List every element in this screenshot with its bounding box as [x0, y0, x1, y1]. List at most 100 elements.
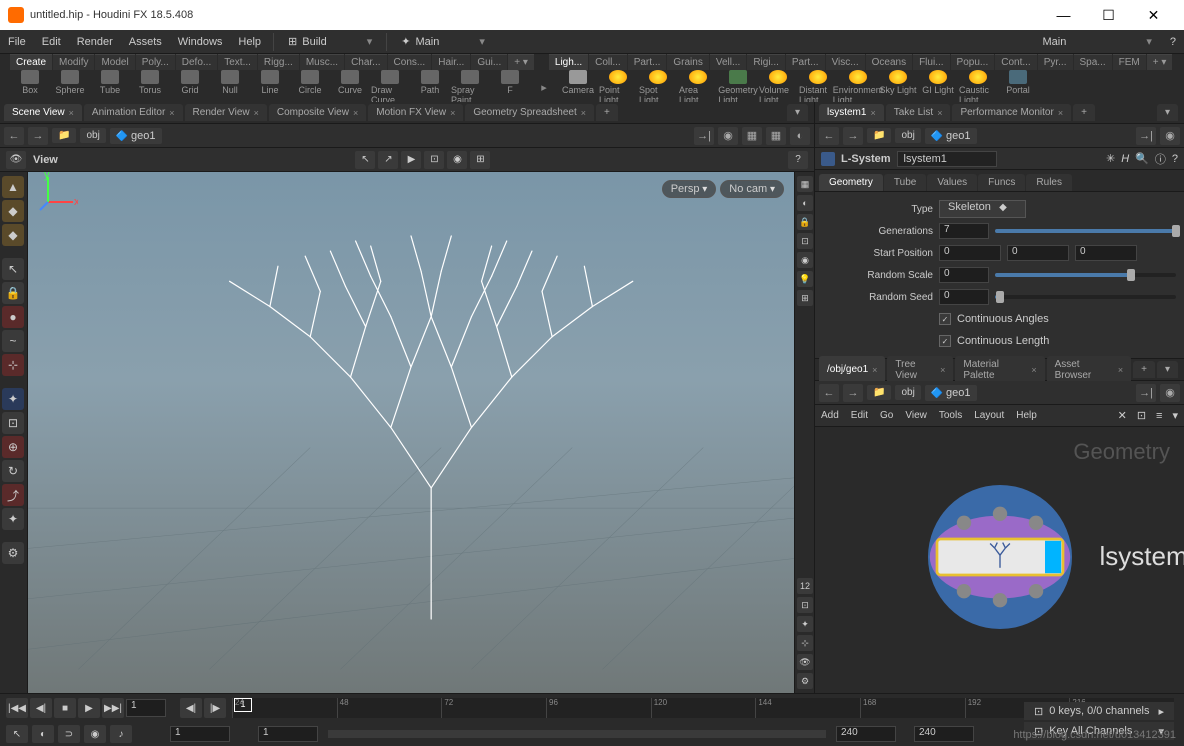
menu-file[interactable]: File: [0, 30, 34, 53]
nav-opt1-button[interactable]: ▦: [742, 127, 762, 145]
display-opts-icon[interactable]: ▲: [2, 176, 24, 198]
disp-11-icon[interactable]: ⊹: [797, 635, 813, 651]
shelf-tool-area-light[interactable]: Area Light: [678, 69, 718, 106]
net-path-icon[interactable]: 📁: [867, 385, 891, 400]
shelf-tool-draw-curve[interactable]: Draw Curve: [370, 69, 410, 106]
param-path-geo1[interactable]: 🔷 geo1: [925, 128, 977, 144]
menu-render[interactable]: Render: [69, 30, 121, 53]
param-tab-1[interactable]: Take List ×: [886, 104, 951, 121]
camera-tool-icon[interactable]: ▶: [401, 151, 421, 169]
net-menu-tools[interactable]: Tools: [939, 410, 962, 421]
keys-status[interactable]: ⊡0 keys, 0/0 channels▸: [1024, 702, 1174, 720]
path-icon[interactable]: 📁: [52, 128, 76, 143]
nav-opt2-button[interactable]: ▦: [766, 127, 786, 145]
shelf-tab-r-14[interactable]: FEM: [1113, 54, 1146, 70]
shelf-tool-geometry-light[interactable]: Geometry Light: [718, 69, 758, 106]
rscale-slider[interactable]: [995, 273, 1176, 277]
xform-icon[interactable]: ✦: [2, 388, 24, 410]
view-help-icon[interactable]: ?: [788, 151, 808, 169]
net-menu-view[interactable]: View: [905, 410, 927, 421]
param-path-icon[interactable]: 📁: [867, 128, 891, 143]
scope-icon[interactable]: ◐: [32, 725, 54, 743]
mat-icon[interactable]: ◆: [2, 224, 24, 246]
shelf-tool-volume-light[interactable]: Volume Light: [758, 69, 798, 106]
param-link-button[interactable]: ◉: [1160, 127, 1180, 145]
param-menu-button[interactable]: ▾: [1157, 104, 1178, 121]
viewer-tab-5[interactable]: Geometry Spreadsheet ×: [465, 104, 594, 121]
folder-tab-rules[interactable]: Rules: [1026, 174, 1072, 191]
net-path-geo1[interactable]: 🔷 geo1: [925, 385, 977, 401]
net-menu-help[interactable]: Help: [1016, 410, 1037, 421]
net-path-obj[interactable]: obj: [895, 385, 920, 400]
range-start-field[interactable]: 1: [170, 726, 230, 742]
shelf-tool-spray-paint[interactable]: Spray Paint: [450, 69, 490, 106]
folder-tab-tube[interactable]: Tube: [884, 174, 926, 191]
handle3-icon[interactable]: ↻: [2, 460, 24, 482]
shelf-tool-line[interactable]: Line: [250, 69, 290, 106]
new-tab-button[interactable]: +: [596, 104, 618, 121]
viewer-tab-4[interactable]: Motion FX View ×: [368, 104, 463, 121]
disp-1-icon[interactable]: ▦: [797, 176, 813, 192]
disp-4-icon[interactable]: ⊡: [797, 233, 813, 249]
handle4-icon[interactable]: ⤴: [2, 484, 24, 506]
disp-2-icon[interactable]: ◐: [797, 195, 813, 211]
path-obj[interactable]: obj: [80, 128, 105, 143]
snap-point-icon[interactable]: ●: [2, 306, 24, 328]
disp-9-icon[interactable]: ⊡: [797, 597, 813, 613]
shelf-tool-sphere[interactable]: Sphere: [50, 69, 90, 106]
desktop-main-1[interactable]: ✦Main▾: [391, 35, 495, 48]
viewer-tab-1[interactable]: Animation Editor ×: [84, 104, 183, 121]
help-node-icon[interactable]: ?: [1172, 153, 1178, 165]
view-opt-icon[interactable]: ⊞: [470, 151, 490, 169]
net-tool2-icon[interactable]: ⊡: [1137, 409, 1146, 422]
desktop-main-2[interactable]: Main▾: [1033, 35, 1162, 48]
shelf-tab-r-12[interactable]: Pyr...: [1038, 54, 1073, 70]
maximize-button[interactable]: ☐: [1086, 0, 1131, 30]
param-tab-0[interactable]: lsystem1 ×: [819, 104, 884, 121]
shelf-tool-caustic-light[interactable]: Caustic Light: [958, 69, 998, 106]
net-nav-fwd[interactable]: →: [843, 384, 863, 402]
range-end-field[interactable]: 240: [836, 726, 896, 742]
handle5-icon[interactable]: ✦: [2, 508, 24, 530]
net-pane-menu-button[interactable]: ▾: [1157, 361, 1178, 378]
net-nav-back[interactable]: ←: [819, 384, 839, 402]
disp-7-icon[interactable]: ⊞: [797, 290, 813, 306]
param-pin-button[interactable]: →|: [1136, 127, 1156, 145]
select-tool-icon[interactable]: ↖: [355, 151, 375, 169]
menu-assets[interactable]: Assets: [121, 30, 170, 53]
shelf-tool-f[interactable]: F: [490, 69, 530, 106]
step-back-button[interactable]: ◀|: [180, 698, 202, 718]
path-geo1[interactable]: 🔷 geo1: [110, 128, 162, 144]
scope2-icon[interactable]: ⊃: [58, 725, 80, 743]
shelf-tab-r-13[interactable]: Spa...: [1074, 54, 1112, 70]
start-y-input[interactable]: 0: [1007, 245, 1069, 261]
shelf-tool-environment-light[interactable]: Environment Light: [838, 69, 878, 106]
net-tool4-icon[interactable]: ▾: [1172, 409, 1178, 422]
shelf-add-button-2[interactable]: + ▾: [1147, 54, 1173, 70]
net-menu-add[interactable]: Add: [821, 410, 839, 421]
shelf-tool-tube[interactable]: Tube: [90, 69, 130, 106]
shelf-tool-circle[interactable]: Circle: [290, 69, 330, 106]
render-region-icon[interactable]: ⊡: [424, 151, 444, 169]
first-frame-button[interactable]: |◀◀: [6, 698, 28, 718]
minimize-button[interactable]: —: [1041, 0, 1086, 30]
net-tab-2[interactable]: Material Palette ×: [955, 356, 1044, 384]
net-menu-layout[interactable]: Layout: [974, 410, 1004, 421]
shelf-tool-box[interactable]: Box: [10, 69, 50, 106]
disp-8-icon[interactable]: 12: [797, 578, 813, 594]
net-tab-0[interactable]: /obj/geo1 ×: [819, 356, 885, 384]
disp-10-icon[interactable]: ✦: [797, 616, 813, 632]
move-tool-icon[interactable]: ↗: [378, 151, 398, 169]
opts-icon[interactable]: ⚙: [2, 542, 24, 564]
menu-help[interactable]: Help: [230, 30, 269, 53]
start-x-input[interactable]: 0: [939, 245, 1001, 261]
snap-grid-icon[interactable]: ⊹: [2, 354, 24, 376]
start-z-input[interactable]: 0: [1075, 245, 1137, 261]
search-icon[interactable]: 🔍: [1135, 152, 1149, 165]
nav-pin-button[interactable]: →|: [694, 127, 714, 145]
lighting-icon[interactable]: ◆: [2, 200, 24, 222]
last-frame-button[interactable]: ▶▶|: [102, 698, 124, 718]
shelf-tool-portal[interactable]: Portal: [998, 69, 1038, 106]
shelf-scroll-right-icon[interactable]: ▸: [541, 81, 547, 94]
audio-icon[interactable]: ♪: [110, 725, 132, 743]
